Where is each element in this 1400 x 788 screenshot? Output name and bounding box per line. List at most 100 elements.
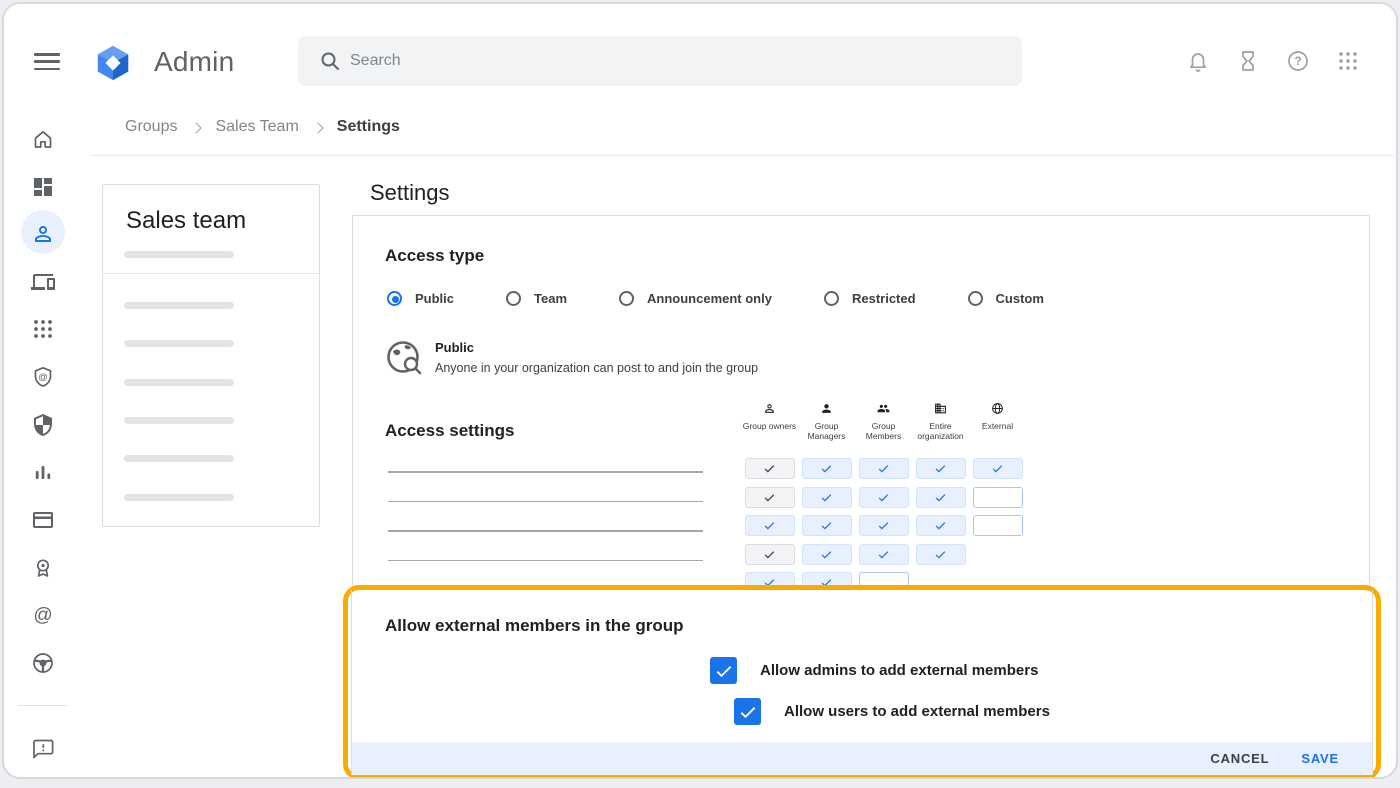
permission-checkbox-checked[interactable] [802,544,852,565]
access-settings-heading: Access settings [385,421,514,441]
matrix-row [741,515,1041,536]
permissions-matrix: Group ownersGroup ManagersGroup MembersE… [741,402,1041,601]
breadcrumb-item[interactable]: Groups [125,118,177,136]
organization-building-icon [934,402,947,419]
matrix-body [741,458,1041,593]
notifications-bell-icon[interactable] [1186,49,1210,73]
hourglass-icon[interactable] [1236,49,1260,73]
hamburger-menu-icon[interactable] [34,53,62,75]
allow-users-checkbox[interactable] [734,698,761,725]
permission-checkbox-unchecked[interactable] [973,515,1023,536]
allow-admins-checkbox[interactable] [710,657,737,684]
matrix-row [741,458,1041,479]
sidebar-dashboard-icon[interactable] [31,175,55,199]
setting-row-underline [388,560,703,562]
sidebar-home-icon[interactable] [31,127,55,151]
permission-checkbox-checked[interactable] [859,458,909,479]
permission-checkbox-checked[interactable] [745,515,795,536]
permission-checkbox-checked[interactable] [802,458,852,479]
matrix-column-header: Group Managers [798,402,855,440]
admin-console-window: Admin ? Groups Sales Team Settings [2,2,1398,779]
apps-grid-icon[interactable] [1336,49,1360,73]
permission-checkbox-checked[interactable] [916,487,966,508]
matrix-column-label: External [969,422,1026,432]
access-type-options: Public Team Announcement only Restricted Cus… [387,291,1044,306]
checkmark-icon [714,661,734,681]
breadcrumb-item: Settings [337,118,400,136]
search-input[interactable] [350,36,1000,86]
placeholder-line [124,251,234,258]
svg-text:?: ? [1294,54,1301,68]
radio-option-team[interactable]: Team [506,291,567,306]
sidebar-badge-icon[interactable] [31,556,55,580]
globe-magnifier-icon [384,338,424,378]
sidebar-feedback-icon[interactable] [31,737,55,761]
search-bar[interactable] [298,36,1022,86]
allow-admins-label: Allow admins to add external members [760,662,1038,679]
radio-label: Announcement only [647,291,772,306]
matrix-column-label: Group Members [855,422,912,441]
radio-option-announcement-only[interactable]: Announcement only [619,291,772,306]
radio-option-custom[interactable]: Custom [968,291,1044,306]
sidebar-security-shield-icon[interactable] [31,413,55,437]
sidebar-at-sign-icon[interactable]: @ [31,603,55,627]
radio-option-public[interactable]: Public [387,291,454,306]
placeholder-line [124,494,234,501]
sidebar-shield-at-icon[interactable]: @ [31,365,55,389]
person-filled-icon [820,402,833,419]
external-members-highlight-panel: Allow external members in the group Allo… [343,585,1381,779]
sidebar-divider [18,705,68,706]
matrix-column-header: Entire organization [912,402,969,440]
breadcrumb: Groups Sales Team Settings [125,118,400,136]
globe-icon [991,402,1004,419]
selected-access-title: Public [435,340,474,355]
sidebar-billing-card-icon[interactable] [31,508,55,532]
placeholder-line [124,417,234,424]
external-members-section: Allow external members in the group Allo… [351,590,1373,775]
breadcrumb-chevron-icon [312,122,323,133]
sidebar-steering-wheel-icon[interactable] [31,651,55,675]
permission-checkbox-checked[interactable] [973,458,1023,479]
permission-checkbox-checked[interactable] [859,515,909,536]
radio-label: Team [534,291,567,306]
matrix-column-header: External [969,402,1026,440]
svg-text:@: @ [38,372,48,383]
permission-checkbox-unchecked[interactable] [973,487,1023,508]
breadcrumb-item[interactable]: Sales Team [215,118,298,136]
radio-option-restricted[interactable]: Restricted [824,291,916,306]
permission-checkbox-checked[interactable] [916,458,966,479]
matrix-header: Group ownersGroup ManagersGroup MembersE… [741,402,1041,440]
radio-icon [387,291,402,306]
setting-row-underline [388,530,703,532]
breadcrumb-divider [90,155,1394,156]
radio-label: Restricted [852,291,916,306]
sidebar-person-icon[interactable] [31,222,55,246]
people-icon [876,402,891,419]
permission-checkbox-checked[interactable] [802,515,852,536]
matrix-column-header: Group Members [855,402,912,440]
permission-checkbox-locked[interactable] [745,487,795,508]
page-title: Settings [370,180,450,206]
matrix-column-label: Group owners [741,422,798,432]
radio-icon [506,291,521,306]
permission-checkbox-checked[interactable] [859,544,909,565]
svg-text:@: @ [33,605,52,626]
sidebar-apps-icon[interactable] [31,317,55,341]
external-members-heading: Allow external members in the group [385,616,684,636]
sidebar-devices-icon[interactable] [31,270,55,294]
permission-checkbox-checked[interactable] [859,487,909,508]
save-button[interactable]: SAVE [1301,751,1339,766]
help-icon[interactable]: ? [1286,49,1310,73]
search-icon [318,49,342,73]
matrix-column-header: Group owners [741,402,798,440]
group-title: Sales team [126,207,246,235]
cancel-button[interactable]: CANCEL [1210,751,1269,766]
permission-checkbox-checked[interactable] [916,515,966,536]
permission-checkbox-checked[interactable] [802,487,852,508]
permission-checkbox-locked[interactable] [745,544,795,565]
permission-checkbox-checked[interactable] [916,544,966,565]
sidebar-bar-chart-icon[interactable] [31,460,55,484]
permission-checkbox-locked[interactable] [745,458,795,479]
matrix-column-label: Entire organization [912,422,969,441]
app-title: Admin [154,46,234,78]
